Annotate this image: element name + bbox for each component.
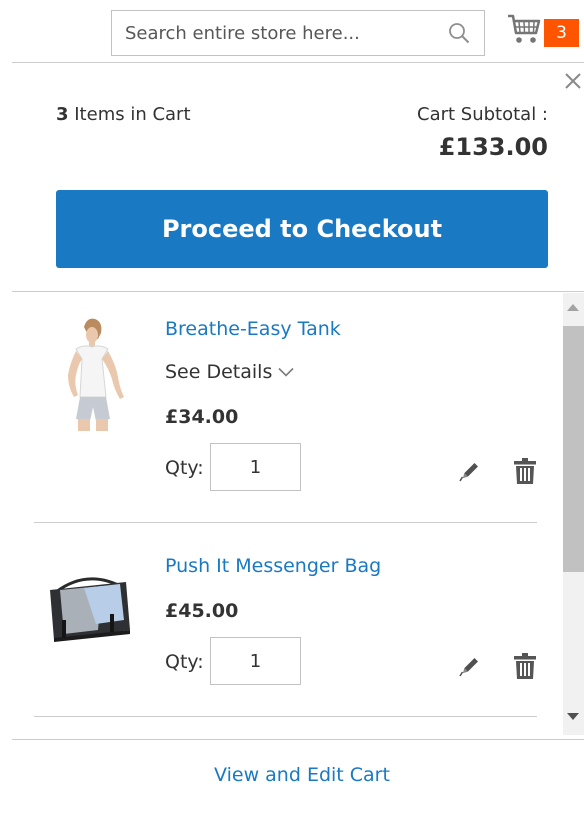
product-image-tank[interactable]: [40, 313, 136, 433]
close-icon[interactable]: [564, 72, 582, 90]
qty-input[interactable]: [210, 443, 301, 491]
qty-input[interactable]: [210, 637, 301, 685]
search-icon[interactable]: [448, 22, 470, 44]
see-details-label: See Details: [165, 361, 273, 383]
see-details-toggle[interactable]: See Details: [165, 361, 294, 383]
cart-counter-badge[interactable]: 3: [544, 19, 579, 47]
edit-icon[interactable]: [459, 460, 481, 482]
search-input[interactable]: [112, 11, 432, 55]
chevron-down-icon: [278, 367, 294, 377]
subtotal-amount: £133.00: [438, 133, 548, 161]
items-count-number: 3: [56, 104, 69, 125]
scrollbar-thumb[interactable]: [563, 326, 584, 572]
product-image-tank-graphic: [68, 318, 124, 431]
cart-icon[interactable]: [507, 13, 541, 45]
item-divider: [34, 522, 537, 523]
items-count-label: Items in Cart: [68, 104, 191, 125]
qty-label: Qty:: [165, 457, 204, 479]
proceed-to-checkout-button[interactable]: Proceed to Checkout: [56, 190, 548, 268]
qty-label: Qty:: [165, 651, 204, 673]
product-image-messenger-bag-graphic: [50, 577, 130, 642]
item-price: £34.00: [165, 406, 239, 428]
items-count: 3 Items in Cart: [56, 104, 191, 125]
list-top-divider: [12, 291, 584, 292]
scroll-up-arrow[interactable]: [567, 304, 579, 311]
trash-icon[interactable]: [514, 653, 536, 679]
footer-divider: [12, 739, 584, 740]
product-link-push-it-messenger-bag[interactable]: Push It Messenger Bag: [165, 555, 381, 577]
header-divider: [12, 62, 584, 63]
search-box: [111, 10, 485, 56]
product-link-breathe-easy-tank[interactable]: Breathe-Easy Tank: [165, 318, 341, 340]
product-image-messenger-bag[interactable]: [40, 560, 136, 660]
trash-icon[interactable]: [514, 458, 536, 484]
scroll-down-arrow[interactable]: [567, 713, 579, 720]
edit-icon[interactable]: [459, 655, 481, 677]
subtotal-label: Cart Subtotal :: [417, 104, 548, 125]
item-divider: [34, 716, 537, 717]
item-price: £45.00: [165, 600, 239, 622]
view-and-edit-cart-link[interactable]: View and Edit Cart: [0, 764, 584, 786]
